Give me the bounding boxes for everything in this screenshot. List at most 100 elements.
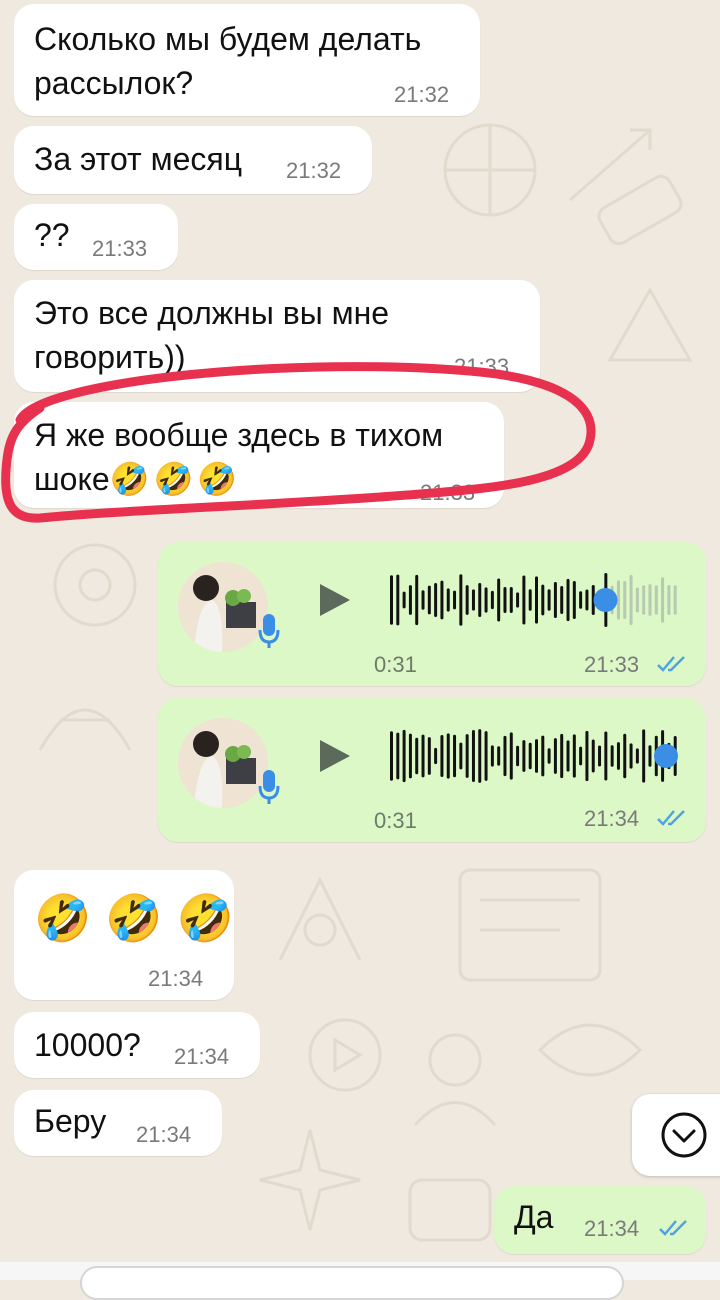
message-time: 21:32 bbox=[286, 158, 342, 183]
waveform-bar bbox=[459, 742, 463, 770]
message-time: 21:33 bbox=[92, 236, 148, 261]
waveform-bar bbox=[446, 588, 450, 612]
incoming-message[interactable]: ?? 21:33 bbox=[14, 204, 178, 270]
waveform-bar bbox=[623, 733, 627, 779]
waveform-bar bbox=[427, 585, 431, 615]
message-text: говорить)) bbox=[34, 339, 186, 375]
incoming-message[interactable]: За этот месяц 21:32 bbox=[14, 126, 372, 194]
outgoing-message[interactable]: Да 21:34 bbox=[494, 1186, 706, 1254]
waveform-bar bbox=[535, 576, 538, 624]
waveform-bar bbox=[541, 584, 545, 616]
playback-scrubber[interactable] bbox=[593, 588, 618, 612]
waveform-bar bbox=[509, 732, 513, 780]
message-text: рассылок? bbox=[34, 65, 194, 101]
waveform-bar bbox=[434, 747, 438, 765]
waveform-bar bbox=[579, 746, 583, 766]
waveform-bar bbox=[509, 586, 513, 614]
waveform-bar bbox=[390, 731, 393, 781]
chevron-down-icon bbox=[661, 1112, 707, 1158]
message-text: Беру bbox=[34, 1103, 107, 1139]
waveform[interactable] bbox=[388, 570, 678, 630]
message-text: 10000? bbox=[34, 1027, 141, 1063]
waveform-bar bbox=[604, 731, 608, 781]
waveform-bar bbox=[402, 591, 406, 609]
voice-message[interactable]: 0:31 21:34 bbox=[158, 698, 706, 842]
message-time: 21:34 bbox=[148, 966, 204, 991]
incoming-message[interactable]: Это все должны вы мне говорить)) 21:33 bbox=[14, 280, 540, 392]
waveform-bar bbox=[465, 585, 469, 615]
rofl-emoji: 🤣🤣🤣 bbox=[34, 891, 248, 945]
message-time: 21:33 bbox=[584, 652, 640, 677]
waveform-bar bbox=[673, 585, 677, 615]
waveform-bar bbox=[560, 733, 564, 779]
waveform-bar bbox=[553, 738, 557, 774]
voice-duration: 0:31 bbox=[374, 808, 417, 833]
message-time: 21:34 bbox=[584, 806, 640, 831]
incoming-message[interactable]: Сколько мы будем делать рассылок? 21:32 bbox=[14, 4, 480, 116]
waveform-bar bbox=[553, 581, 557, 619]
message-text: шоке🤣🤣🤣 bbox=[34, 460, 242, 498]
waveform-bar bbox=[522, 575, 526, 625]
waveform-bar bbox=[654, 585, 658, 615]
waveform-bar bbox=[635, 587, 639, 613]
message-time: 21:33 bbox=[454, 354, 510, 379]
waveform-bar bbox=[572, 580, 576, 620]
double-check-icon bbox=[659, 1220, 687, 1236]
scroll-down-button[interactable] bbox=[632, 1094, 720, 1176]
microphone-icon bbox=[258, 770, 280, 804]
message-text: Да bbox=[514, 1199, 554, 1235]
incoming-message[interactable]: Беру 21:34 bbox=[14, 1090, 222, 1156]
message-text: За этот месяц bbox=[34, 141, 243, 177]
playback-scrubber[interactable] bbox=[654, 744, 678, 768]
waveform-bar bbox=[516, 745, 520, 767]
waveform-bar bbox=[547, 748, 551, 764]
waveform-bar bbox=[610, 745, 614, 767]
waveform-bar bbox=[661, 577, 665, 623]
message-time: 21:34 bbox=[136, 1122, 192, 1147]
waveform-bar bbox=[560, 585, 564, 615]
incoming-message[interactable]: 🤣🤣🤣 21:34 bbox=[14, 870, 234, 1000]
waveform-bar bbox=[598, 745, 602, 767]
waveform-bar bbox=[478, 729, 482, 783]
waveform-bar bbox=[648, 584, 652, 616]
waveform-bar bbox=[616, 742, 620, 770]
waveform-bar bbox=[408, 733, 412, 779]
waveform-bar bbox=[648, 745, 652, 767]
waveform-bar bbox=[566, 578, 570, 622]
waveform-bar bbox=[478, 583, 482, 617]
play-icon[interactable] bbox=[316, 738, 352, 774]
waveform-bar bbox=[396, 574, 400, 626]
waveform-bar bbox=[579, 591, 583, 609]
play-icon[interactable] bbox=[316, 582, 352, 618]
waveform-bar bbox=[623, 581, 627, 619]
incoming-message[interactable]: 10000? 21:34 bbox=[14, 1012, 260, 1078]
waveform-bar bbox=[591, 739, 595, 773]
waveform-bar bbox=[402, 729, 406, 783]
waveform-bar bbox=[503, 735, 507, 777]
double-check-icon bbox=[657, 656, 685, 672]
waveform-bar bbox=[585, 589, 589, 611]
message-text: ?? bbox=[34, 217, 70, 253]
incoming-message[interactable]: Я же вообще здесь в тихом шоке🤣🤣🤣 21:33 bbox=[14, 402, 504, 508]
waveform[interactable] bbox=[388, 726, 678, 786]
waveform-bar bbox=[572, 734, 576, 778]
waveform-bar bbox=[459, 574, 463, 626]
waveform-bar bbox=[667, 584, 671, 616]
waveform-bar bbox=[453, 590, 457, 610]
waveform-bar bbox=[585, 730, 589, 782]
waveform-bar bbox=[471, 730, 475, 782]
message-time: 21:32 bbox=[394, 82, 450, 107]
waveform-bar bbox=[566, 740, 570, 772]
waveform-bar bbox=[396, 732, 400, 780]
waveform-bar bbox=[642, 585, 646, 615]
waveform-bar bbox=[629, 574, 633, 626]
message-time: 21:33 bbox=[420, 480, 476, 505]
waveform-bar bbox=[503, 586, 507, 614]
waveform-bar bbox=[535, 739, 538, 773]
message-time: 21:34 bbox=[584, 1216, 640, 1241]
waveform-bar bbox=[390, 575, 393, 625]
waveform-bar bbox=[484, 587, 488, 613]
voice-message[interactable]: 0:31 21:33 bbox=[158, 542, 706, 686]
message-input[interactable] bbox=[80, 1266, 624, 1300]
message-text: Я же вообще здесь в тихом bbox=[34, 417, 444, 453]
